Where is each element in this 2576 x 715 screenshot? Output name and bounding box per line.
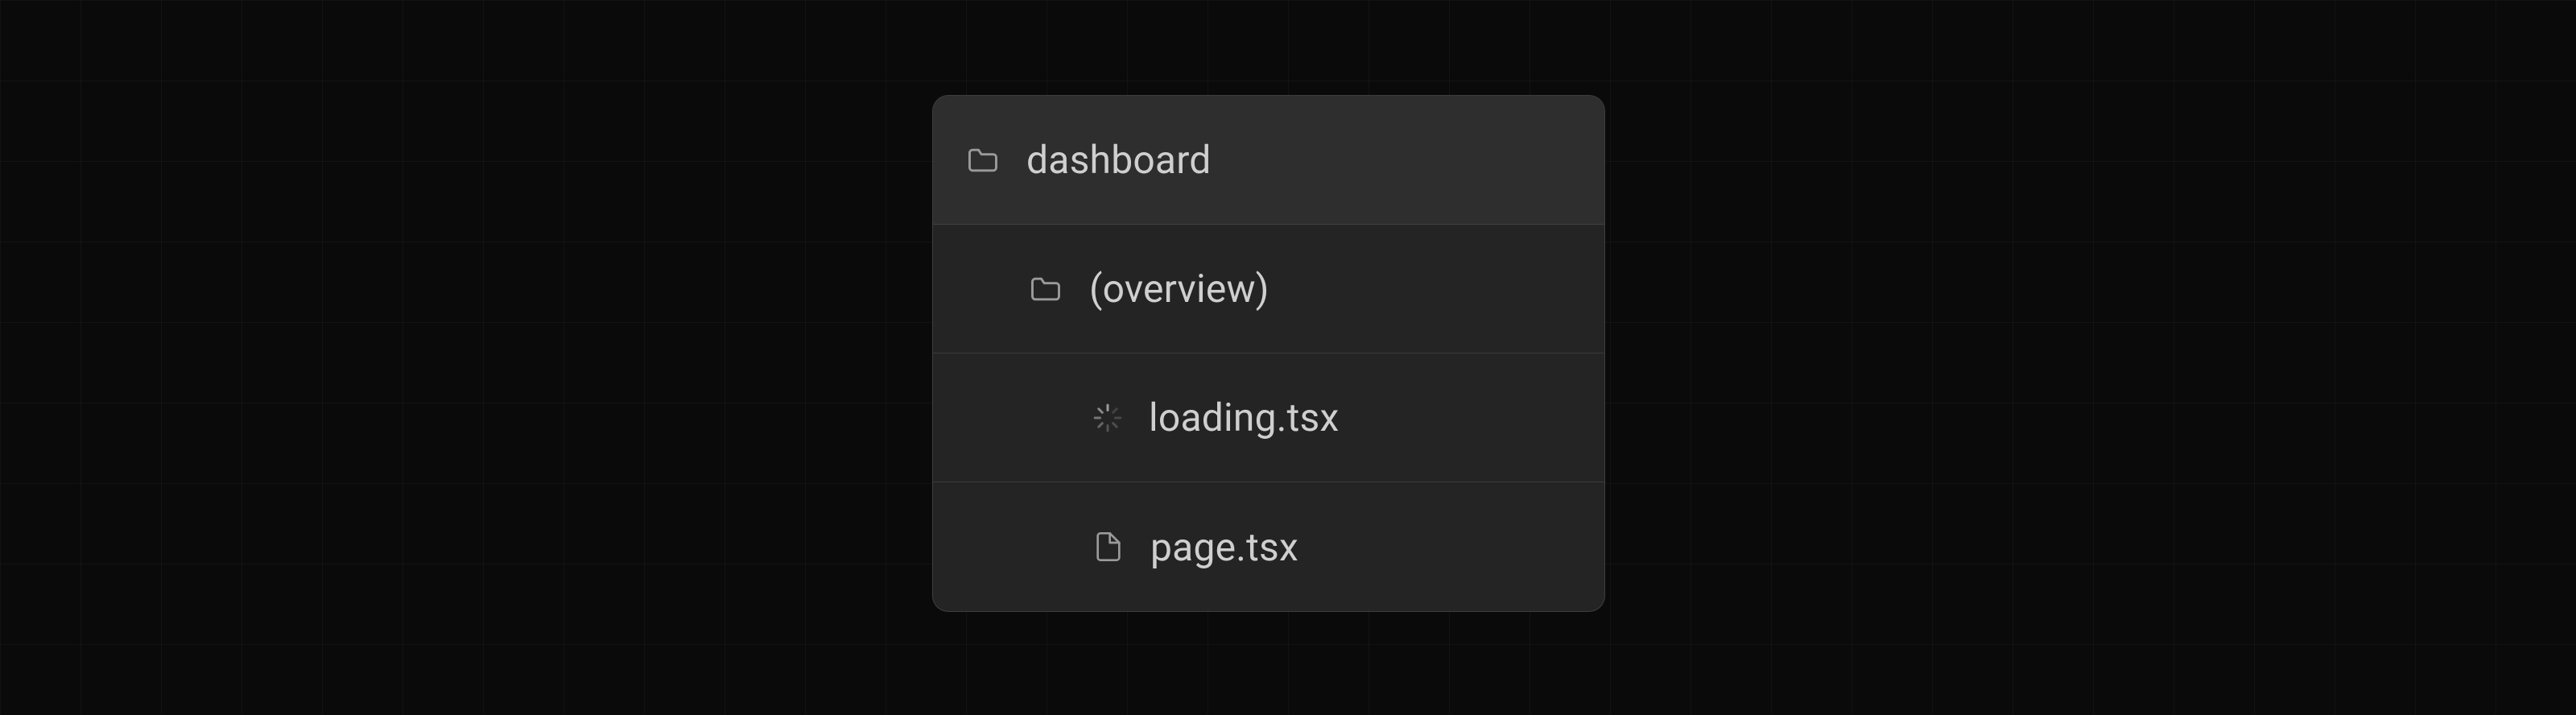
tree-row-loading[interactable]: loading.tsx: [933, 353, 1604, 482]
folder-icon: [965, 143, 1001, 178]
tree-row-page[interactable]: page.tsx: [933, 482, 1604, 611]
tree-label: dashboard: [1026, 137, 1212, 183]
spinner-icon: [1092, 403, 1123, 433]
tree-label: page.tsx: [1150, 524, 1298, 570]
file-icon: [1092, 531, 1125, 563]
folder-icon: [1028, 271, 1063, 307]
tree-label: (overview): [1089, 266, 1269, 312]
tree-label: loading.tsx: [1149, 395, 1340, 440]
tree-row-overview[interactable]: (overview): [933, 225, 1604, 353]
tree-row-dashboard[interactable]: dashboard: [933, 96, 1604, 225]
file-tree-panel: dashboard (overview) loading.tsx: [932, 95, 1605, 612]
